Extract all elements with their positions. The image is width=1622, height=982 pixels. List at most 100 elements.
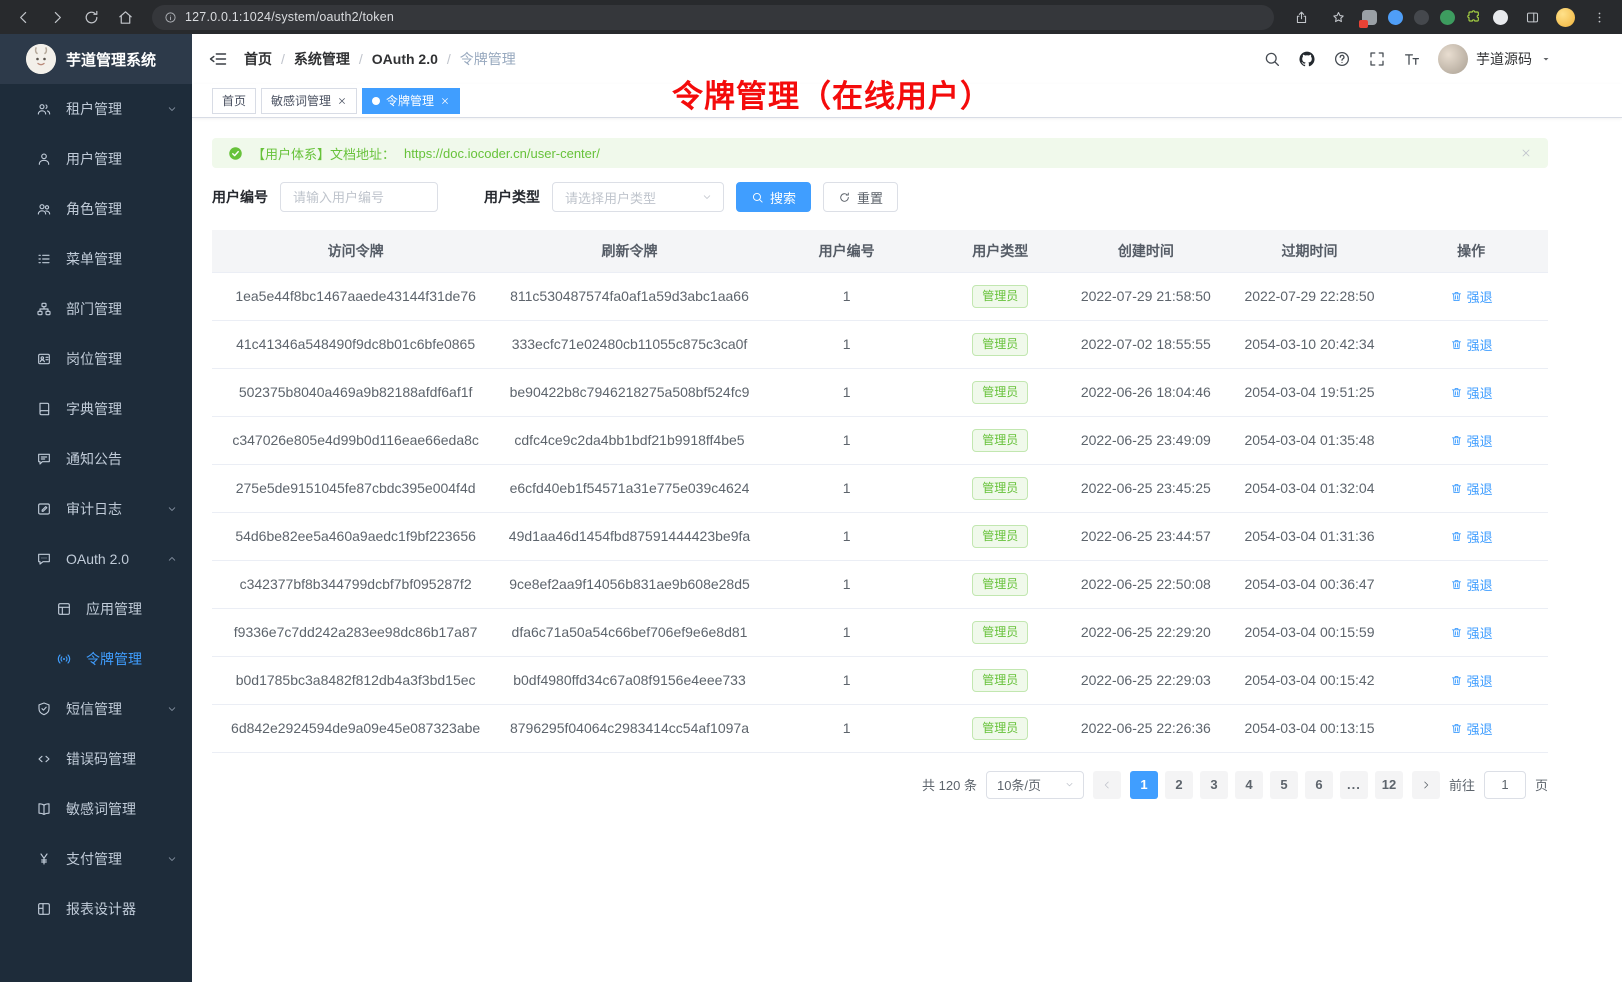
sidebar-fold-icon[interactable] <box>208 49 228 69</box>
force-logout-button[interactable]: 强退 <box>1450 431 1493 450</box>
tenant-icon <box>36 101 52 117</box>
created-time-cell: 2022-06-25 22:29:03 <box>1067 656 1225 704</box>
search-button-label: 搜索 <box>770 188 796 207</box>
prev-page-button[interactable] <box>1093 771 1121 799</box>
app-logo-bar[interactable]: 芋道管理系统 <box>0 34 192 84</box>
page-button-2[interactable]: 2 <box>1165 771 1193 799</box>
page-button-4[interactable]: 4 <box>1235 771 1263 799</box>
user-type-cell: 管理员 <box>933 512 1067 560</box>
font-size-icon[interactable] <box>1403 50 1421 68</box>
sidebar-item-tenant[interactable]: 租户管理 <box>0 84 192 134</box>
reset-button-label: 重置 <box>857 188 883 207</box>
breadcrumb-item[interactable]: 系统管理 <box>294 49 350 69</box>
page-size-select[interactable]: 10条/页 <box>986 771 1084 799</box>
browser-forward-icon[interactable] <box>44 4 70 30</box>
extension-icon-green[interactable] <box>1440 10 1455 25</box>
share-icon[interactable] <box>1288 4 1314 30</box>
page-button-3[interactable]: 3 <box>1200 771 1228 799</box>
browser-profile-avatar[interactable] <box>1556 8 1575 27</box>
extension-icon-blue[interactable] <box>1388 10 1403 25</box>
github-icon[interactable] <box>1298 50 1316 68</box>
sidebar-item-notice[interactable]: 通知公告 <box>0 434 192 484</box>
user-id-input[interactable] <box>280 182 438 212</box>
search-button[interactable]: 搜索 <box>736 182 811 212</box>
sidebar-item-dict[interactable]: 字典管理 <box>0 384 192 434</box>
page-button-6[interactable]: 6 <box>1305 771 1333 799</box>
tab-sensitive-word[interactable]: 敏感词管理 <box>261 88 357 114</box>
browser-reload-icon[interactable] <box>78 4 104 30</box>
extension-icon-dark[interactable] <box>1414 10 1429 25</box>
reset-button[interactable]: 重置 <box>823 182 898 212</box>
user-type-badge: 管理员 <box>972 381 1028 404</box>
help-icon[interactable] <box>1333 50 1351 68</box>
action-cell: 强退 <box>1394 704 1548 752</box>
created-time-cell: 2022-06-25 22:29:20 <box>1067 608 1225 656</box>
page-button-1[interactable]: 1 <box>1130 771 1158 799</box>
created-time-cell: 2022-07-02 18:55:55 <box>1067 320 1225 368</box>
sidebar-item-oauth2[interactable]: OAuth 2.0 <box>0 534 192 584</box>
page-button-5[interactable]: 5 <box>1270 771 1298 799</box>
address-bar[interactable]: 127.0.0.1:1024/system/oauth2/token <box>152 5 1274 30</box>
force-logout-button[interactable]: 强退 <box>1450 671 1493 690</box>
table-header-row: 访问令牌刷新令牌用户编号用户类型创建时间过期时间操作 <box>212 230 1548 272</box>
force-logout-button[interactable]: 强退 <box>1450 287 1493 306</box>
tab-close-icon[interactable] <box>440 96 450 106</box>
column-header: 过期时间 <box>1225 230 1395 272</box>
sidebar-item-app-management[interactable]: 应用管理 <box>0 584 192 634</box>
force-logout-label: 强退 <box>1467 431 1493 450</box>
force-logout-button[interactable]: 强退 <box>1450 383 1493 402</box>
trash-icon <box>1450 578 1463 591</box>
site-info-icon[interactable] <box>164 11 177 24</box>
force-logout-button[interactable]: 强退 <box>1450 335 1493 354</box>
tab-home[interactable]: 首页 <box>212 88 256 114</box>
browser-back-icon[interactable] <box>10 4 36 30</box>
force-logout-button[interactable]: 强退 <box>1450 527 1493 546</box>
side-panel-icon[interactable] <box>1519 4 1545 30</box>
sidebar-item-audit-log[interactable]: 审计日志 <box>0 484 192 534</box>
user-type-label: 用户类型 <box>484 187 540 207</box>
breadcrumb-item[interactable]: OAuth 2.0 <box>372 51 438 67</box>
force-logout-button[interactable]: 强退 <box>1450 479 1493 498</box>
sidebar-item-sensitive-word[interactable]: 敏感词管理 <box>0 784 192 834</box>
sidebar-item-label: 租户管理 <box>66 99 122 119</box>
tab-close-icon[interactable] <box>337 96 347 106</box>
extension-icon-puzzle[interactable] <box>1466 9 1482 25</box>
next-page-button[interactable] <box>1412 771 1440 799</box>
sidebar-item-role[interactable]: 角色管理 <box>0 184 192 234</box>
goto-label: 前往 <box>1449 775 1475 794</box>
browser-home-icon[interactable] <box>112 4 138 30</box>
breadcrumb-item[interactable]: 首页 <box>244 49 272 69</box>
sidebar-item-sms[interactable]: 短信管理 <box>0 684 192 734</box>
fullscreen-icon[interactable] <box>1368 50 1386 68</box>
sidebar-item-payment[interactable]: 支付管理 <box>0 834 192 884</box>
extension-icon-light[interactable] <box>1493 10 1508 25</box>
expire-time-cell: 2054-03-04 01:35:48 <box>1225 416 1395 464</box>
user-menu[interactable]: 芋道源码 <box>1438 44 1552 74</box>
pagination-more[interactable]: ... <box>1340 771 1368 799</box>
user-type-select[interactable]: 请选择用户类型 <box>552 182 724 212</box>
search-icon[interactable] <box>1263 50 1281 68</box>
alert-close-icon[interactable] <box>1520 147 1532 159</box>
page-button-12[interactable]: 12 <box>1375 771 1403 799</box>
browser-menu-icon[interactable] <box>1586 4 1612 30</box>
extension-icon-badged[interactable] <box>1362 10 1377 25</box>
bookmark-star-icon[interactable] <box>1325 4 1351 30</box>
sidebar-item-error-code[interactable]: 错误码管理 <box>0 734 192 784</box>
user-type-cell: 管理员 <box>933 464 1067 512</box>
oauth-icon <box>36 551 52 567</box>
force-logout-label: 强退 <box>1467 335 1493 354</box>
sidebar-item-dept[interactable]: 部门管理 <box>0 284 192 334</box>
force-logout-button[interactable]: 强退 <box>1450 719 1493 738</box>
force-logout-button[interactable]: 强退 <box>1450 623 1493 642</box>
user-name: 芋道源码 <box>1476 49 1532 69</box>
sidebar-item-report-designer[interactable]: 报表设计器 <box>0 884 192 934</box>
breadcrumb-separator: / <box>447 51 451 67</box>
force-logout-button[interactable]: 强退 <box>1450 575 1493 594</box>
sidebar-item-post[interactable]: 岗位管理 <box>0 334 192 384</box>
sidebar-item-user[interactable]: 用户管理 <box>0 134 192 184</box>
goto-page-input[interactable] <box>1484 771 1526 799</box>
sidebar-item-token-management[interactable]: 令牌管理 <box>0 634 192 684</box>
sidebar-item-menu[interactable]: 菜单管理 <box>0 234 192 284</box>
alert-doc-link[interactable]: https://doc.iocoder.cn/user-center/ <box>404 146 600 161</box>
tab-token-management[interactable]: 令牌管理 <box>362 88 460 114</box>
